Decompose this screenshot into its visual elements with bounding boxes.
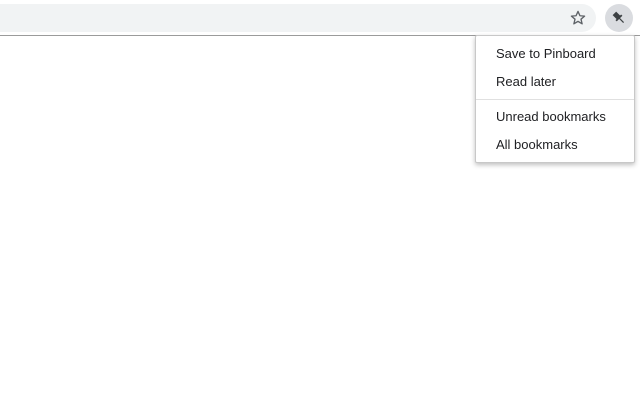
star-outline-icon xyxy=(570,10,586,25)
address-input[interactable] xyxy=(10,4,550,32)
menu-item-save-to-pinboard[interactable]: Save to Pinboard xyxy=(476,40,634,68)
pinboard-extension-button[interactable] xyxy=(605,4,633,32)
menu-item-read-later[interactable]: Read later xyxy=(476,68,634,96)
browser-toolbar xyxy=(0,0,640,36)
pushpin-icon xyxy=(612,11,625,24)
menu-separator xyxy=(476,99,634,100)
pinboard-menu: Save to Pinboard Read later Unread bookm… xyxy=(475,35,635,163)
bookmark-star-button[interactable] xyxy=(566,6,590,30)
menu-item-unread-bookmarks[interactable]: Unread bookmarks xyxy=(476,103,634,131)
menu-item-all-bookmarks[interactable]: All bookmarks xyxy=(476,131,634,159)
address-bar[interactable] xyxy=(0,4,596,32)
